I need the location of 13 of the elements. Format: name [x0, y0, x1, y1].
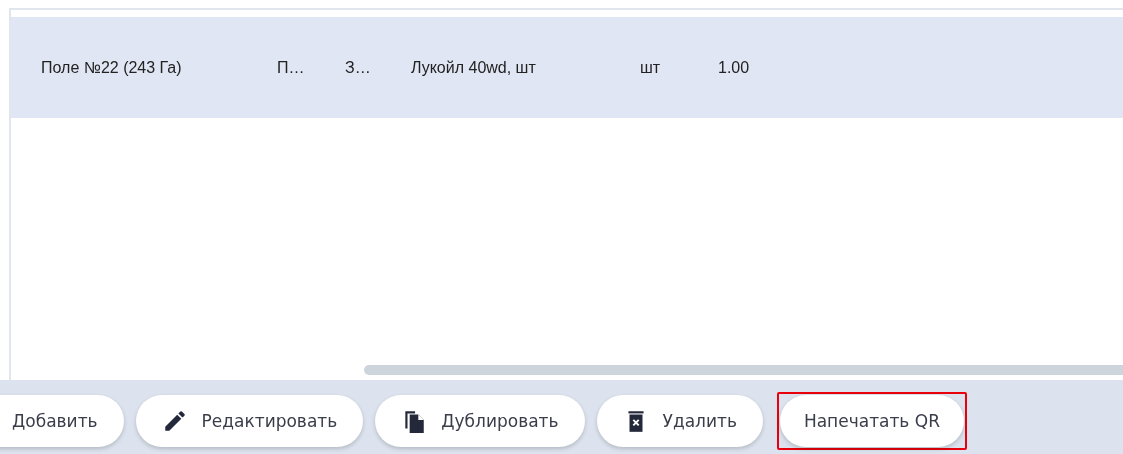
table-cell-text: шт [640, 58, 662, 77]
toolbar-button[interactable]: Редактировать [135, 395, 364, 447]
table-cell-text: Лукойл 40wd, шт [411, 58, 537, 77]
table-cell-text: П… [277, 58, 306, 77]
table-cell-text: З… [345, 58, 372, 77]
table-cell-text: 1.00 [718, 58, 751, 77]
scrollbar-thumb[interactable] [364, 365, 1123, 375]
toolbar-button[interactable]: Напечатать QR [779, 395, 964, 447]
table-row[interactable]: Поле №22 (243 Га) П… З… Лукойл 40wd, шт шт 1.00 [11, 17, 1123, 118]
table-cell-text: Поле №22 (243 Га) [41, 58, 183, 77]
toolbar-button[interactable]: Дублировать [375, 395, 585, 447]
toolbar-button[interactable]: Добавить [0, 395, 124, 447]
toolbar-button[interactable]: Удалить [596, 395, 763, 447]
